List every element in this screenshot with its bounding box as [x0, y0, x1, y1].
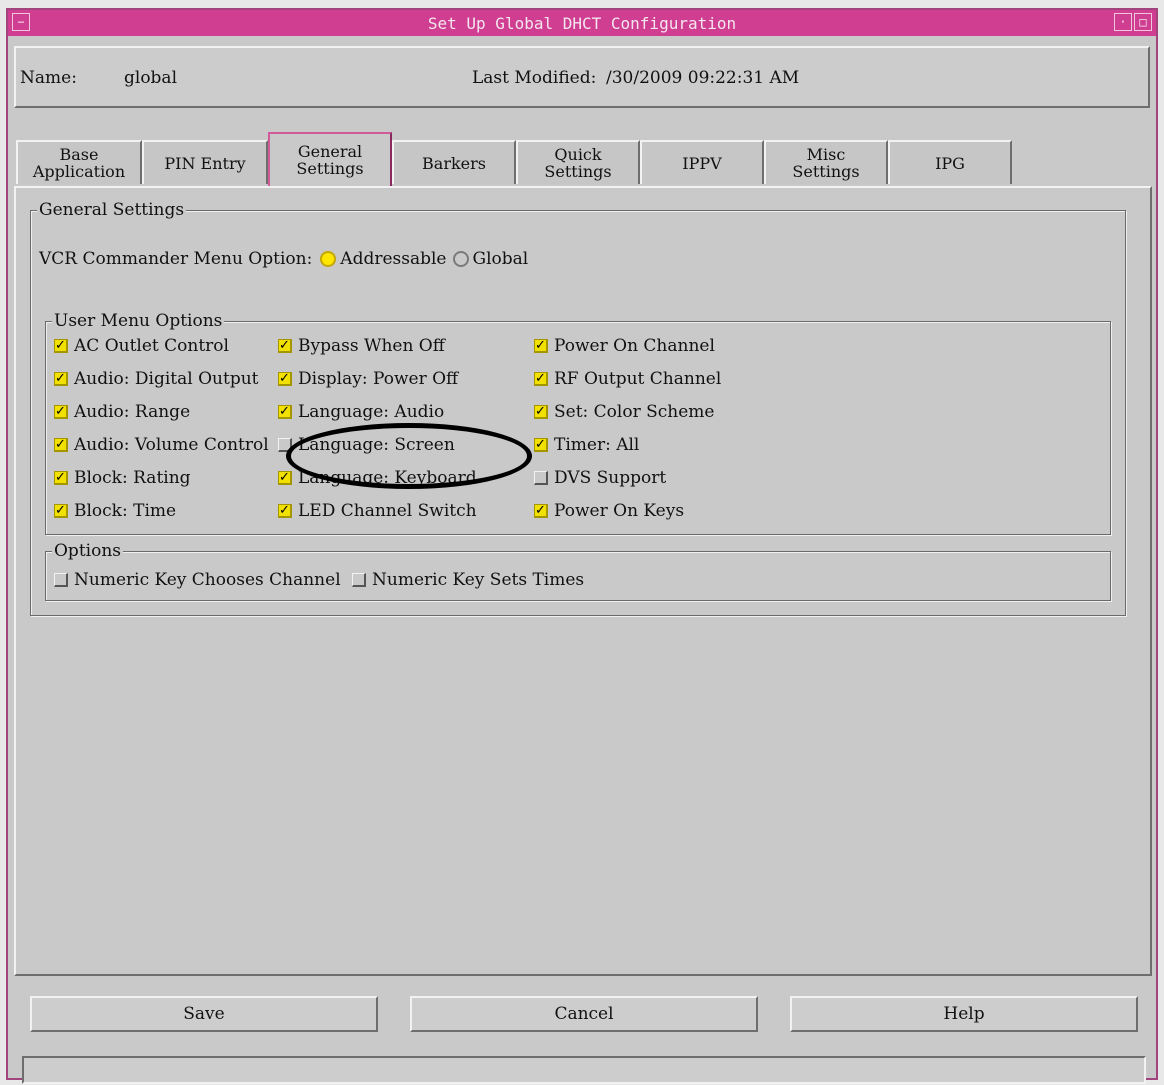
vcr-commander-row: VCR Commander Menu Option: Addressable G… — [39, 249, 528, 269]
checkbox-checked-icon[interactable]: ✓ — [54, 405, 68, 419]
checkbox-label: Block: Time — [74, 501, 177, 521]
options-legend: Options — [52, 541, 123, 561]
options-group: Options Numeric Key Chooses Channel Nume… — [45, 541, 1111, 601]
checkbox-label: Display: Power Off — [298, 369, 459, 389]
checkbox-item[interactable]: ✓ Block: Time — [54, 501, 176, 521]
checkbox-label: RF Output Channel — [554, 369, 722, 389]
checkbox-checked-icon[interactable]: ✓ — [534, 372, 548, 386]
tab-content-panel: General Settings VCR Commander Menu Opti… — [14, 186, 1152, 976]
checkbox-unchecked-icon[interactable] — [54, 573, 68, 587]
checkbox-checked-icon[interactable]: ✓ — [54, 372, 68, 386]
checkbox-label: Power On Channel — [554, 336, 715, 356]
checkbox-item[interactable]: Numeric Key Sets Times — [352, 570, 584, 590]
checkbox-checked-icon[interactable]: ✓ — [54, 504, 68, 518]
checkbox-label: Block: Rating — [74, 468, 191, 488]
checkbox-item[interactable]: ✓ LED Channel Switch — [278, 501, 477, 521]
checkbox-unchecked-icon[interactable] — [352, 573, 366, 587]
checkbox-item[interactable]: DVS Support — [534, 468, 666, 488]
tab-ippv[interactable]: IPPV — [640, 140, 764, 184]
checkbox-item[interactable]: ✓ Power On Keys — [534, 501, 684, 521]
checkbox-label: Language: Audio — [298, 402, 445, 422]
checkbox-item[interactable]: ✓ Audio: Range — [54, 402, 190, 422]
checkbox-checked-icon[interactable]: ✓ — [534, 405, 548, 419]
checkbox-checked-icon[interactable]: ✓ — [54, 339, 68, 353]
checkbox-item[interactable]: ✓ Power On Channel — [534, 336, 715, 356]
checkbox-label: Set: Color Scheme — [554, 402, 715, 422]
button-bar: Save Cancel Help — [14, 984, 1152, 1046]
checkbox-checked-icon[interactable]: ✓ — [54, 438, 68, 452]
tab-base-application[interactable]: Base Application — [16, 140, 142, 184]
info-panel: Name: global Last Modified: /30/2009 09:… — [14, 46, 1150, 108]
checkbox-checked-icon[interactable]: ✓ — [278, 504, 292, 518]
tab-ipg[interactable]: IPG — [888, 140, 1012, 184]
save-button[interactable]: Save — [30, 996, 378, 1032]
checkbox-checked-icon[interactable]: ✓ — [278, 339, 292, 353]
cancel-button[interactable]: Cancel — [410, 996, 758, 1032]
checkbox-label: LED Channel Switch — [298, 501, 477, 521]
minimize-icon[interactable]: · — [1114, 13, 1132, 31]
general-settings-legend: General Settings — [37, 200, 187, 220]
checkbox-label: DVS Support — [554, 468, 667, 488]
checkbox-checked-icon[interactable]: ✓ — [534, 339, 548, 353]
vcr-commander-label: VCR Commander Menu Option: — [39, 249, 313, 269]
checkbox-item[interactable]: ✓ Audio: Digital Output — [54, 369, 259, 389]
checkbox-item[interactable]: ✓ Set: Color Scheme — [534, 402, 714, 422]
checkbox-checked-icon[interactable]: ✓ — [54, 471, 68, 485]
window-title: Set Up Global DHCT Configuration — [427, 13, 737, 33]
window-menu-icon[interactable]: − — [12, 13, 30, 31]
checkbox-label: Timer: All — [554, 435, 640, 455]
checkbox-item[interactable]: ✓ Audio: Volume Control — [54, 435, 269, 455]
checkbox-item[interactable]: ✓ Bypass When Off — [278, 336, 445, 356]
user-menu-options-legend: User Menu Options — [52, 311, 225, 331]
checkbox-item[interactable]: ✓ Block: Rating — [54, 468, 191, 488]
checkbox-label: Numeric Key Sets Times — [372, 570, 585, 590]
checkbox-label: AC Outlet Control — [74, 336, 229, 356]
checkbox-item[interactable]: ✓ Display: Power Off — [278, 369, 458, 389]
last-modified-label: Last Modified: — [472, 68, 597, 88]
checkbox-label: Numeric Key Chooses Channel — [74, 570, 341, 590]
annotation-ellipse — [286, 423, 532, 489]
checkbox-item[interactable]: Numeric Key Chooses Channel — [54, 570, 341, 590]
checkbox-label: Power On Keys — [554, 501, 685, 521]
user-menu-options-group: User Menu Options ✓ AC Outlet Control ✓ Au… — [45, 311, 1111, 535]
checkbox-item[interactable]: ✓ Timer: All — [534, 435, 639, 455]
checkbox-item[interactable]: ✓ RF Output Channel — [534, 369, 721, 389]
tab-general-settings[interactable]: General Settings — [268, 132, 392, 186]
checkbox-label: Bypass When Off — [298, 336, 445, 356]
name-value: global — [124, 68, 178, 88]
maximize-icon[interactable]: □ — [1134, 13, 1152, 31]
general-settings-group: General Settings VCR Commander Menu Opti… — [30, 200, 1126, 616]
checkbox-label: Audio: Volume Control — [74, 435, 269, 455]
addressable-label[interactable]: Addressable — [340, 249, 446, 269]
tab-quick-settings[interactable]: Quick Settings — [516, 140, 640, 184]
tab-bar: Base Application PIN Entry General Setti… — [16, 128, 1152, 190]
checkbox-checked-icon[interactable]: ✓ — [534, 504, 548, 518]
checkbox-checked-icon[interactable]: ✓ — [278, 372, 292, 386]
global-label[interactable]: Global — [473, 249, 529, 269]
dhct-config-window: − Set Up Global DHCT Configuration · □ N… — [6, 8, 1158, 1084]
tab-misc-settings[interactable]: Misc Settings — [764, 140, 888, 184]
global-radio[interactable] — [452, 251, 469, 267]
checkbox-checked-icon[interactable]: ✓ — [278, 405, 292, 419]
checkbox-label: Audio: Digital Output — [74, 369, 259, 389]
checkbox-item[interactable]: ✓ Language: Audio — [278, 402, 444, 422]
last-modified-value: /30/2009 09:22:31 AM — [606, 68, 800, 88]
title-bar[interactable]: − Set Up Global DHCT Configuration · □ — [8, 10, 1156, 36]
tab-barkers[interactable]: Barkers — [392, 140, 516, 184]
status-bar — [22, 1056, 1146, 1084]
checkbox-unchecked-icon[interactable] — [534, 471, 548, 485]
checkbox-checked-icon[interactable]: ✓ — [534, 438, 548, 452]
checkbox-label: Audio: Range — [74, 402, 191, 422]
checkbox-item[interactable]: ✓ AC Outlet Control — [54, 336, 229, 356]
checkbox-checked-icon[interactable]: ✓ — [278, 471, 292, 485]
addressable-radio[interactable] — [320, 251, 337, 267]
name-label: Name: — [20, 68, 77, 88]
help-button[interactable]: Help — [790, 996, 1138, 1032]
tab-pin-entry[interactable]: PIN Entry — [142, 140, 268, 184]
